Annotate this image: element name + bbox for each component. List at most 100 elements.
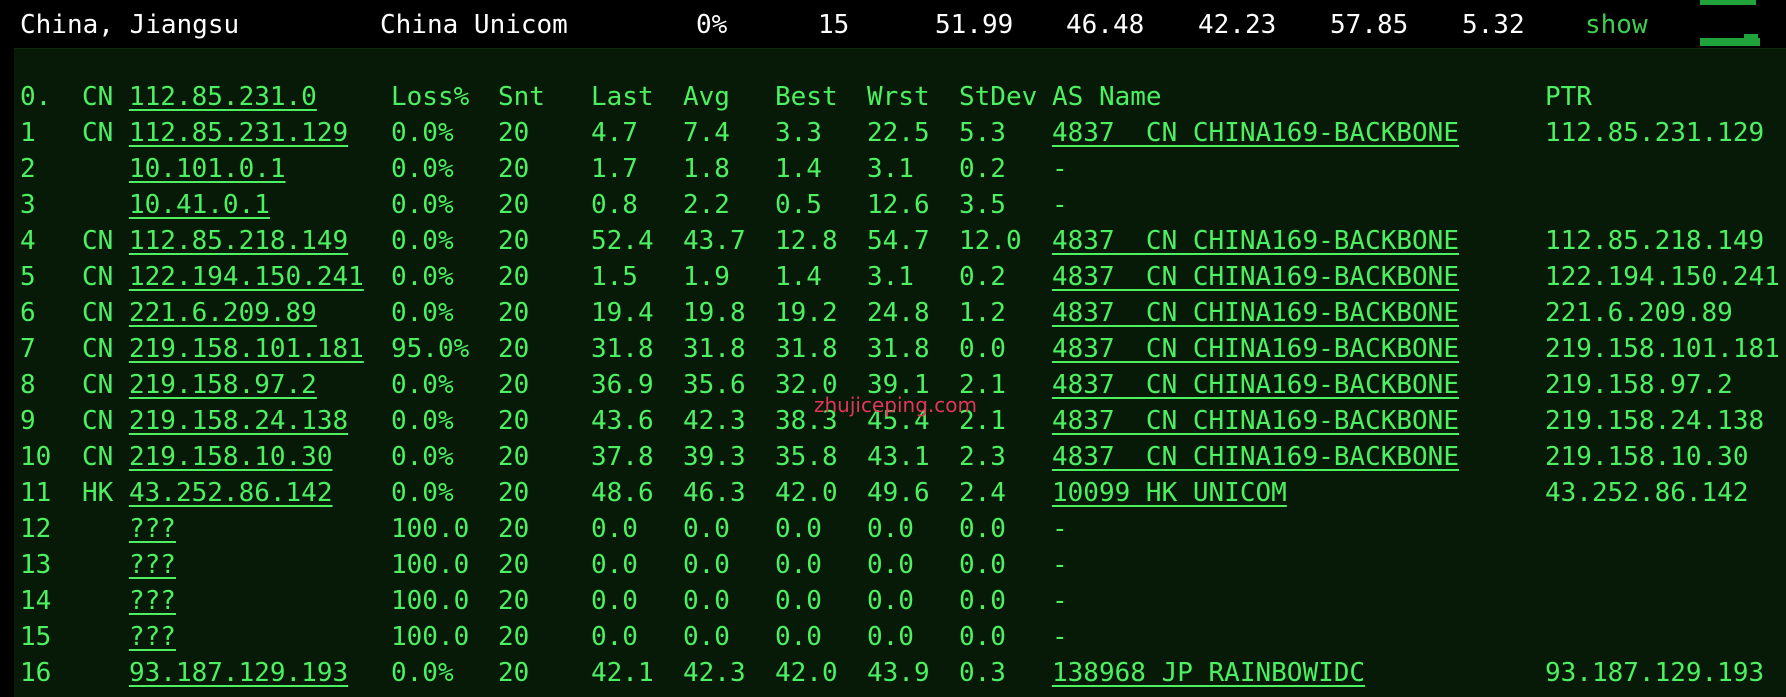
cell-asname[interactable]: 138968 JP RAINBOWIDC (1052, 655, 1365, 691)
cell-host[interactable]: 219.158.10.30 (129, 439, 333, 475)
cell-hop: 6 (20, 298, 36, 328)
cell-hop: 7 (20, 334, 36, 364)
cell-host[interactable]: ??? (129, 619, 176, 655)
header-wrst: Wrst (867, 82, 930, 112)
cell-wrst: 0.0 (867, 622, 914, 652)
cell-avg: 43.7 (683, 226, 746, 256)
cell-asname[interactable]: 4837 CN CHINA169-BACKBONE (1052, 403, 1459, 439)
cell-wrst: 3.1 (867, 262, 914, 292)
cell-loss: 0.0% (391, 190, 454, 220)
header-hop: 0. (20, 82, 52, 112)
summary-last: 51.99 (935, 10, 1014, 40)
cell-best: 0.0 (775, 550, 822, 580)
cell-asname[interactable]: 4837 CN CHINA169-BACKBONE (1052, 115, 1459, 151)
cell-wrst: 22.5 (867, 118, 930, 148)
cell-best: 31.8 (775, 334, 838, 364)
scrollbar-top[interactable] (1700, 0, 1756, 5)
cell-snt: 20 (498, 334, 530, 364)
cell-host[interactable]: 93.187.129.193 (129, 655, 348, 691)
cell-last: 0.0 (591, 550, 638, 580)
cell-ptr: 219.158.24.138 (1545, 406, 1765, 436)
cell-wrst: 49.6 (867, 478, 930, 508)
cell-cc: CN (82, 406, 114, 436)
cell-hop: 8 (20, 370, 36, 400)
cell-host[interactable]: 10.41.0.1 (129, 187, 270, 223)
table-row: 14??? 100.0 20 0.0 0.0 0.0 0.0 0.0 - (14, 583, 1786, 619)
table-row: 12??? 100.0 20 0.0 0.0 0.0 0.0 0.0 - (14, 511, 1786, 547)
cell-avg: 1.8 (683, 154, 730, 184)
scrollbar-handle[interactable] (1700, 34, 1760, 46)
cell-hop: 14 (20, 586, 52, 616)
cell-host[interactable]: ??? (129, 511, 176, 547)
cell-cc: CN (82, 226, 114, 256)
cell-loss: 95.0% (391, 334, 470, 364)
cell-best: 35.8 (775, 442, 838, 472)
cell-hop: 10 (20, 442, 52, 472)
cell-asname[interactable]: 4837 CN CHINA169-BACKBONE (1052, 259, 1459, 295)
cell-stdev: 12.0 (959, 226, 1022, 256)
cell-snt: 20 (498, 262, 530, 292)
cell-loss: 0.0% (391, 370, 454, 400)
cell-stdev: 1.2 (959, 298, 1006, 328)
cell-loss: 0.0% (391, 478, 454, 508)
cell-last: 1.7 (591, 154, 638, 184)
cell-best: 12.8 (775, 226, 838, 256)
cell-last: 4.7 (591, 118, 638, 148)
cell-stdev: 3.5 (959, 190, 1006, 220)
cell-asname[interactable]: 4837 CN CHINA169-BACKBONE (1052, 295, 1459, 331)
table-row: 6 CN 221.6.209.89 0.0% 20 19.4 19.8 19.2 24.8 1.2… (14, 295, 1786, 331)
cell-avg: 0.0 (683, 622, 730, 652)
header-avg: Avg (683, 82, 730, 112)
cell-stdev: 5.3 (959, 118, 1006, 148)
cell-last: 43.6 (591, 406, 654, 436)
cell-wrst: 12.6 (867, 190, 930, 220)
cell-best: 0.0 (775, 622, 822, 652)
cell-host[interactable]: ??? (129, 547, 176, 583)
cell-wrst: 31.8 (867, 334, 930, 364)
cell-asname[interactable]: 4837 CN CHINA169-BACKBONE (1052, 223, 1459, 259)
watermark: zhujiceping.com (814, 393, 977, 417)
cell-stdev: 0.3 (959, 658, 1006, 688)
cell-asname[interactable]: 10099 HK UNICOM (1052, 475, 1287, 511)
cell-stdev: 0.0 (959, 622, 1006, 652)
table-row: 2 10.101.0.1 0.0% 20 1.7 1.8 1.4 3.1 0.2 - (14, 151, 1786, 187)
cell-last: 0.0 (591, 586, 638, 616)
table-row: 16 93.187.129.193 0.0% 20 42.1 42.3 42.0 43.9 0.… (14, 655, 1786, 691)
cell-wrst: 0.0 (867, 586, 914, 616)
cell-wrst: 43.9 (867, 658, 930, 688)
cell-hop: 1 (20, 118, 36, 148)
cell-best: 1.4 (775, 262, 822, 292)
cell-snt: 20 (498, 226, 530, 256)
cell-hop: 4 (20, 226, 36, 256)
cell-loss: 0.0% (391, 298, 454, 328)
cell-avg: 2.2 (683, 190, 730, 220)
cell-asname[interactable]: 4837 CN CHINA169-BACKBONE (1052, 367, 1459, 403)
cell-host[interactable]: 122.194.150.241 (129, 259, 364, 295)
cell-cc: CN (82, 334, 114, 364)
header-host[interactable]: 112.85.231.0 (129, 79, 317, 115)
summary-worst: 57.85 (1330, 10, 1409, 40)
cell-host[interactable]: 10.101.0.1 (129, 151, 286, 187)
cell-host[interactable]: 219.158.97.2 (129, 367, 317, 403)
cell-loss: 0.0% (391, 406, 454, 436)
cell-host[interactable]: 221.6.209.89 (129, 295, 317, 331)
cell-loss: 100.0 (391, 550, 470, 580)
show-link[interactable]: show (1585, 8, 1648, 42)
cell-best: 1.4 (775, 154, 822, 184)
cell-host[interactable]: 219.158.24.138 (129, 403, 348, 439)
cell-host[interactable]: 219.158.101.181 (129, 331, 364, 367)
header-as-name: AS Name (1052, 82, 1162, 112)
cell-host[interactable]: 112.85.231.129 (129, 115, 348, 151)
cell-cc: CN (82, 442, 114, 472)
cell-host[interactable]: ??? (129, 583, 176, 619)
cell-asname[interactable]: 4837 CN CHINA169-BACKBONE (1052, 439, 1459, 475)
cell-last: 0.0 (591, 514, 638, 544)
summary-loss: 0% (696, 10, 728, 40)
summary-isp: China Unicom (380, 10, 568, 40)
cell-host[interactable]: 43.252.86.142 (129, 475, 333, 511)
cell-asname[interactable]: 4837 CN CHINA169-BACKBONE (1052, 331, 1459, 367)
cell-hop: 13 (20, 550, 52, 580)
cell-asname: - (1052, 622, 1068, 652)
cell-avg: 46.3 (683, 478, 746, 508)
cell-host[interactable]: 112.85.218.149 (129, 223, 348, 259)
